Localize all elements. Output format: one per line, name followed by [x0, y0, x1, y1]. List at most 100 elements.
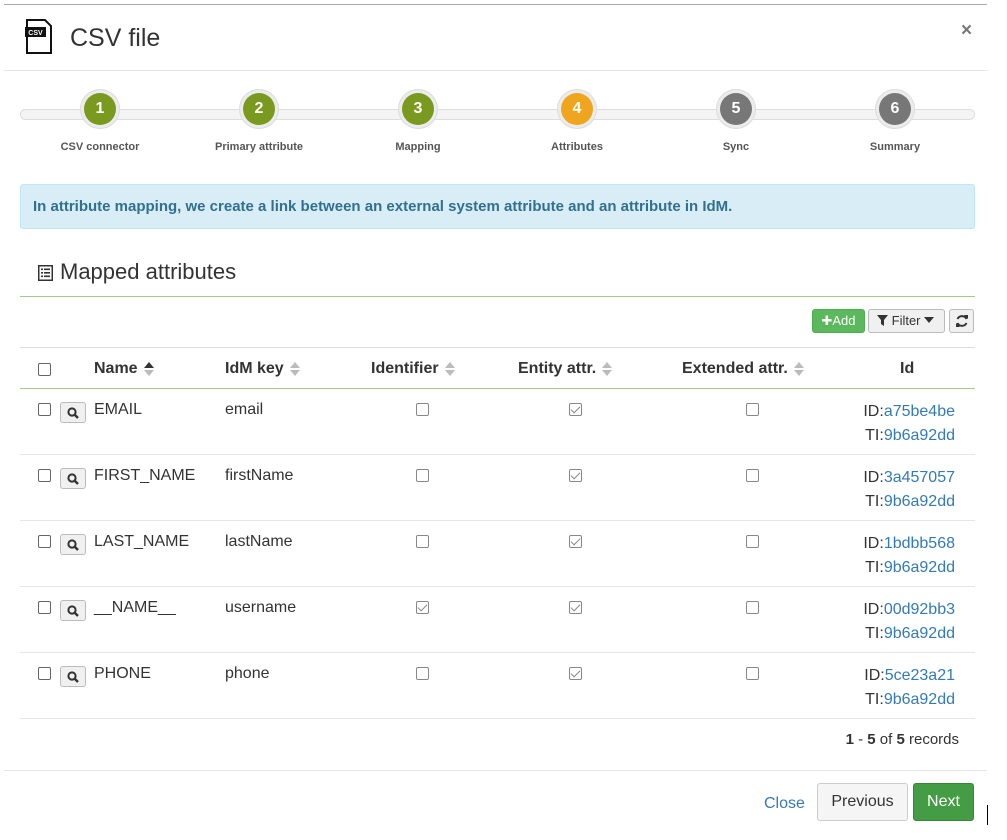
select-all-checkbox[interactable]	[38, 363, 51, 376]
dialog-footer: Close Previous Next	[4, 770, 987, 840]
row-select-checkbox[interactable]	[38, 535, 51, 548]
refresh-button[interactable]	[949, 309, 974, 333]
section-header: Mapped attributes	[20, 257, 975, 297]
sort-icon	[793, 361, 804, 376]
id-link[interactable]: 00d92bb3	[884, 601, 955, 618]
info-alert: In attribute mapping, we create a link b…	[20, 184, 975, 229]
section-title: Mapped attributes	[60, 259, 237, 284]
cell-idm-key: phone	[225, 665, 270, 682]
search-icon	[67, 407, 79, 419]
extended-attr-checkbox	[746, 403, 759, 416]
row-detail-button[interactable]	[60, 666, 86, 687]
ti-link[interactable]: 9b6a92dd	[884, 691, 955, 708]
id-link[interactable]: a75be4be	[884, 403, 955, 420]
identifier-checkbox	[416, 469, 429, 482]
filter-button[interactable]: Filter	[868, 309, 945, 333]
cell-id: ID:a75be4be TI:9b6a92dd	[863, 403, 955, 444]
cell-idm-key: lastName	[225, 533, 293, 550]
entity-attr-checkbox	[569, 535, 582, 548]
wizard-step-6: 6 Summary	[815, 89, 975, 153]
step-number: 5	[720, 93, 752, 125]
search-icon	[67, 671, 79, 683]
cell-name: EMAIL	[94, 401, 143, 418]
records-count: 1 - 5 of 5 records	[845, 731, 959, 748]
entity-attr-checkbox	[569, 601, 582, 614]
wizard-step-3: 3 Mapping	[338, 89, 498, 153]
attributes-table: Name IdM key Identifier Entity attr. Ext…	[20, 347, 975, 719]
dialog-header: CSV CSV file ×	[4, 5, 987, 71]
add-button[interactable]: ✚Add	[812, 309, 865, 333]
step-number: 2	[243, 93, 275, 125]
id-link[interactable]: 5ce23a21	[885, 667, 955, 684]
row-detail-button[interactable]	[60, 468, 86, 489]
id-link[interactable]: 3a457057	[884, 469, 955, 486]
column-name[interactable]: Name	[94, 360, 154, 378]
list-icon	[38, 265, 53, 281]
cell-name: LAST_NAME	[94, 533, 190, 550]
table-row: __NAME__ username ID:00d92bb3 TI:9b6a92d…	[20, 587, 975, 653]
csv-file-icon: CSV	[25, 19, 52, 54]
ti-link[interactable]: 9b6a92dd	[884, 625, 955, 642]
cell-name: __NAME__	[94, 599, 176, 616]
extended-attr-checkbox	[746, 667, 759, 680]
step-label: Summary	[869, 141, 921, 153]
table-row: LAST_NAME lastName ID:1bdbb568 TI:9b6a92…	[20, 521, 975, 587]
wizard-progress: 1 CSV connector 2 Primary attribute 3 Ma…	[20, 89, 975, 159]
dialog-title: CSV file	[70, 24, 161, 52]
sort-icon	[602, 361, 613, 376]
next-button[interactable]: Next	[913, 783, 974, 821]
caret-down-icon	[924, 317, 935, 323]
entity-attr-checkbox	[569, 469, 582, 482]
identifier-checkbox	[416, 403, 429, 416]
entity-attr-checkbox	[569, 667, 582, 680]
table-row: EMAIL email ID:a75be4be TI:9b6a92dd	[20, 389, 975, 455]
cell-id: ID:3a457057 TI:9b6a92dd	[863, 469, 955, 510]
row-select-checkbox[interactable]	[38, 601, 51, 614]
step-label: Attributes	[551, 141, 603, 153]
row-detail-button[interactable]	[60, 534, 86, 555]
row-select-checkbox[interactable]	[38, 667, 51, 680]
add-button-label: Add	[832, 313, 856, 328]
wizard-step-1: 1 CSV connector	[20, 89, 180, 153]
cell-id: ID:00d92bb3 TI:9b6a92dd	[863, 601, 955, 642]
row-detail-button[interactable]	[60, 600, 86, 621]
ti-link[interactable]: 9b6a92dd	[884, 493, 955, 510]
previous-button[interactable]: Previous	[817, 783, 908, 821]
close-icon[interactable]: ×	[961, 21, 972, 40]
csv-file-dialog: CSV CSV file × 1 CSV connector 2 Primary…	[4, 4, 987, 839]
wizard-step-5: 5 Sync	[656, 89, 816, 153]
column-identifier[interactable]: Identifier	[371, 360, 455, 378]
extended-attr-checkbox	[746, 535, 759, 548]
cell-id: ID:1bdbb568 TI:9b6a92dd	[863, 535, 955, 576]
ti-link[interactable]: 9b6a92dd	[884, 559, 955, 576]
refresh-icon	[956, 315, 968, 327]
search-icon	[67, 473, 79, 485]
identifier-checkbox	[416, 601, 429, 614]
column-entity-attr[interactable]: Entity attr.	[518, 360, 613, 378]
search-icon	[67, 605, 79, 617]
cell-id: ID:5ce23a21 TI:9b6a92dd	[864, 667, 955, 708]
svg-text:CSV: CSV	[28, 30, 43, 37]
close-link[interactable]: Close	[764, 795, 805, 813]
row-select-checkbox[interactable]	[38, 469, 51, 482]
column-idm-key[interactable]: IdM key	[225, 360, 300, 378]
search-icon	[67, 539, 79, 551]
identifier-checkbox	[416, 667, 429, 680]
identifier-checkbox	[416, 535, 429, 548]
table-row: FIRST_NAME firstName ID:3a457057 TI:9b6a…	[20, 455, 975, 521]
table-row: PHONE phone ID:5ce23a21 TI:9b6a92dd	[20, 653, 975, 719]
wizard-step-2: 2 Primary attribute	[179, 89, 339, 153]
entity-attr-checkbox	[569, 403, 582, 416]
sort-icon	[444, 361, 455, 376]
filter-icon	[877, 315, 888, 326]
cell-name: PHONE	[94, 665, 151, 682]
id-link[interactable]: 1bdbb568	[884, 535, 955, 552]
row-detail-button[interactable]	[60, 402, 86, 423]
ti-link[interactable]: 9b6a92dd	[884, 427, 955, 444]
step-number: 6	[879, 93, 911, 125]
cell-name: FIRST_NAME	[94, 467, 196, 484]
cell-idm-key: username	[225, 599, 297, 616]
column-extended-attr[interactable]: Extended attr.	[682, 360, 804, 378]
filter-button-label: Filter	[891, 313, 921, 328]
row-select-checkbox[interactable]	[38, 403, 51, 416]
